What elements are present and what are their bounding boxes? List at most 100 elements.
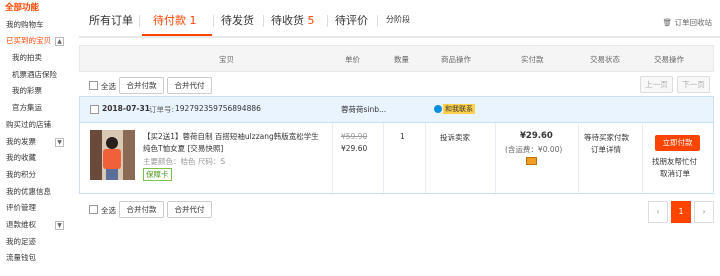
col-divider — [383, 123, 384, 193]
next-page-arrow[interactable]: › — [694, 201, 714, 223]
merge-pay-button[interactable]: 合并付款 — [119, 201, 164, 218]
tab-staged[interactable]: 分阶段 — [386, 14, 410, 25]
phone-order-icon — [526, 157, 537, 165]
sidebar-item-invoice-label: 我的发票 — [6, 136, 36, 146]
page-number-current[interactable]: 1 — [671, 201, 691, 223]
complain-seller-link[interactable]: 投诉卖家 — [440, 132, 470, 143]
col-item-actions: 商品操作 — [441, 55, 471, 64]
tab-divider — [213, 15, 214, 27]
order-item-row: 【买2送1】蓉荷自制 百搭短袖ulzzang韩版宽松学生 纯色T恤女夏 [交易快… — [80, 123, 713, 193]
select-all-checkbox[interactable] — [89, 205, 98, 214]
order-header: 2018-07-31 订单号: 192792359756894886 蓉荷荷si… — [80, 97, 713, 123]
ask-friend-pay-link[interactable]: 找朋友帮忙付 — [652, 156, 697, 167]
sidebar-item-coupons[interactable]: 我的优惠信息 — [0, 184, 70, 201]
recycle-bin-label: 订单回收站 — [674, 18, 713, 27]
trash-icon: 🗑 — [662, 18, 673, 27]
shop-name[interactable]: 蓉荷荷sinb... — [341, 104, 386, 115]
merge-pay-button[interactable]: 合并付款 — [119, 77, 164, 94]
collapse-icon[interactable]: ▲ — [55, 37, 64, 47]
tab-divider — [139, 15, 140, 27]
product-attributes: 主要颜色：桔色 尺码：S — [143, 157, 226, 166]
tab-pending-review[interactable]: 待评价 — [335, 12, 368, 28]
sidebar-item-refunds-label: 退款维权 — [6, 219, 36, 229]
shipping-fee: (含运费：¥0.00) — [505, 145, 563, 154]
product-title-line-1[interactable]: 【买2送1】蓉荷自制 百搭短袖ulzzang韩版宽松学生 — [143, 131, 319, 142]
col-divider — [642, 123, 643, 193]
unit-price: ¥29.60 — [341, 144, 368, 153]
product-title-line-2[interactable]: 纯色T恤女夏 [交易快照] — [143, 143, 223, 154]
tab-divider — [377, 15, 378, 27]
tab-count: 1 — [189, 14, 197, 27]
col-trade-actions: 交易操作 — [654, 55, 684, 64]
tab-count: 5 — [307, 14, 315, 27]
total-paid: ¥29.60 — [520, 131, 553, 141]
expand-icon[interactable]: ▼ — [55, 137, 64, 147]
bulk-actions-bottom: 全选 合并付款 合并代付 — [79, 200, 379, 220]
sidebar-item-bought-label: 已买到的宝贝 — [6, 36, 51, 46]
sidebar-item-shops[interactable]: 购买过的店铺 — [0, 117, 70, 134]
product-thumbnail[interactable] — [90, 130, 135, 180]
guarantee-badge[interactable]: 保障卡 — [143, 168, 172, 181]
select-all-label: 全选 — [101, 82, 116, 91]
sidebar-item-bought[interactable]: 已买到的宝贝 ▲ — [0, 33, 70, 50]
prev-page-arrow[interactable]: ‹ — [648, 201, 668, 223]
col-divider — [332, 123, 333, 193]
col-divider — [578, 123, 579, 193]
expand-icon[interactable]: ▼ — [55, 220, 64, 230]
col-item: 宝贝 — [219, 55, 234, 64]
bulk-actions-top: 全选 合并付款 合并代付 — [79, 76, 379, 96]
sidebar-item-travel[interactable]: 机票酒店保险 — [0, 67, 70, 84]
tab-label: 待发货 — [221, 14, 254, 27]
tab-label: 待评价 — [335, 14, 368, 27]
sidebar-item-lottery[interactable]: 我的彩票 — [0, 83, 70, 100]
sidebar-item-favorites[interactable]: 我的收藏 — [0, 150, 70, 167]
sidebar-item-shipping[interactable]: 官方集运 — [0, 100, 70, 117]
tab-pending-shipment[interactable]: 待发货 — [221, 12, 254, 28]
tab-pending-payment[interactable]: 待付款 1 — [153, 12, 197, 28]
order-card: 2018-07-31 订单号: 192792359756894886 蓉荷荷si… — [79, 96, 714, 194]
guarantee-label: 保障卡 — [146, 170, 169, 179]
sidebar-item-points[interactable]: 我的积分 — [0, 167, 70, 184]
sidebar-header: 全部功能 — [5, 3, 40, 13]
sidebar-item-cart[interactable]: 我的购物车 — [0, 17, 70, 34]
tab-label: 分阶段 — [386, 15, 410, 24]
col-trade-status: 交易状态 — [590, 55, 620, 64]
sidebar-item-data-wallet[interactable]: 流量钱包 — [0, 250, 70, 267]
table-header: 宝贝 单价 数量 商品操作 实付款 交易状态 交易操作 — [79, 45, 714, 72]
cancel-order-link[interactable]: 取消订单 — [660, 168, 690, 179]
original-price: ¥59.90 — [341, 132, 368, 141]
select-all-checkbox[interactable] — [89, 81, 98, 90]
tab-divider — [263, 15, 264, 27]
order-number: 192792359756894886 — [175, 104, 261, 113]
tab-pending-receipt[interactable]: 待收货 5 — [271, 12, 315, 28]
col-paid: 实付款 — [521, 55, 544, 64]
order-date: 2018-07-31 — [102, 104, 150, 113]
tab-all-orders[interactable]: 所有订单 — [89, 12, 133, 28]
order-details-link[interactable]: 订单详情 — [591, 144, 621, 155]
pay-now-button[interactable]: 立即付款 — [655, 135, 700, 151]
chat-icon — [434, 105, 442, 113]
col-unit-price: 单价 — [345, 55, 360, 64]
col-divider — [495, 123, 496, 193]
order-tabs: 所有订单 待付款 1 待发货 待收货 5 待评价 分阶段 🗑 订单回收站 — [79, 6, 720, 38]
merge-proxy-pay-button[interactable]: 合并代付 — [167, 77, 212, 94]
sidebar-item-auction[interactable]: 我的拍卖 — [0, 50, 70, 67]
contact-seller-button[interactable]: 和我联系 — [434, 104, 475, 114]
contact-label: 和我联系 — [443, 104, 475, 114]
next-page-button[interactable]: 下一页 — [677, 76, 710, 93]
sidebar-item-refunds[interactable]: 退款维权 ▼ — [0, 217, 70, 234]
sidebar-item-invoice[interactable]: 我的发票 ▼ — [0, 134, 70, 151]
order-no-label: 订单号: — [149, 105, 175, 114]
quantity: 1 — [400, 132, 405, 141]
sidebar-item-footprint[interactable]: 我的足迹 — [0, 234, 70, 251]
order-checkbox[interactable] — [90, 105, 99, 114]
prev-page-button[interactable]: 上一页 — [640, 76, 673, 93]
recycle-bin-link[interactable]: 🗑 订单回收站 — [663, 17, 712, 28]
tab-divider — [327, 15, 328, 27]
sidebar-item-reviews[interactable]: 评价管理 — [0, 200, 70, 217]
col-divider — [425, 123, 426, 193]
trade-status: 等待买家付款 — [584, 133, 629, 142]
main-content: 所有订单 待付款 1 待发货 待收货 5 待评价 分阶段 🗑 订单回收站 宝贝 … — [79, 0, 720, 276]
merge-proxy-pay-button[interactable]: 合并代付 — [167, 201, 212, 218]
chevron-right-icon: › — [702, 207, 706, 216]
